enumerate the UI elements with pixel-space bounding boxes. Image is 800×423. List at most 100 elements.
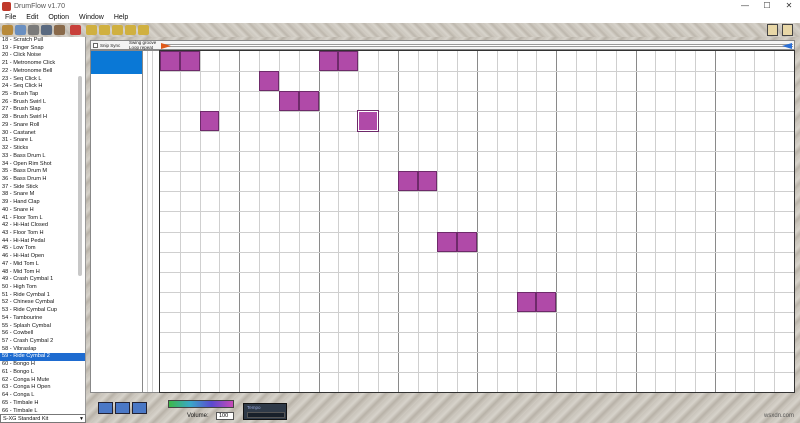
instrument-item[interactable]: 20 - Click Noise [0,52,85,60]
instrument-item[interactable]: 32 - Sticks [0,145,85,153]
loop-end-marker[interactable] [782,43,792,49]
instrument-item[interactable]: 39 - Hand Clap [0,199,85,207]
instrument-list-scrollbar[interactable] [78,76,82,276]
menu-edit[interactable]: Edit [21,14,43,21]
note-cell[interactable] [516,291,537,312]
instrument-item[interactable]: 41 - Floor Tom L [0,215,85,223]
wand-icon[interactable] [86,25,97,35]
instrument-item[interactable]: 21 - Metronome Click [0,60,85,68]
menu-help[interactable]: Help [109,14,133,21]
wand-icon[interactable] [125,25,136,35]
instrument-item[interactable]: 58 - Vibraslap [0,346,85,354]
play-button[interactable] [115,402,130,414]
note-cell[interactable] [160,51,180,72]
note-cell[interactable] [437,231,458,252]
tool-icon[interactable] [782,24,793,36]
note-cell[interactable] [417,171,438,192]
print-icon[interactable] [54,25,65,35]
new-icon[interactable] [2,25,13,35]
instrument-item[interactable]: 62 - Conga H Mute [0,377,85,385]
snip-sync-checkbox[interactable] [93,43,98,48]
wand-icon[interactable] [138,25,149,35]
instrument-item[interactable]: 51 - Ride Cymbal 1 [0,292,85,300]
close-button[interactable]: ✕ [778,0,800,12]
wand-icon[interactable] [112,25,123,35]
volume-input[interactable]: 100 [216,412,234,420]
instrument-item[interactable]: 56 - Cowbell [0,330,85,338]
loop-range-bar[interactable] [161,44,793,47]
export-icon[interactable] [41,25,52,35]
stop-button[interactable] [132,402,147,414]
note-cell[interactable] [278,91,299,112]
note-cell[interactable] [536,291,557,312]
open-icon[interactable] [15,25,26,35]
note-cell[interactable] [199,111,220,132]
instrument-item[interactable]: 59 - Ride Cymbal 2 [0,353,85,362]
play-icon[interactable] [70,25,81,35]
instrument-item[interactable]: 43 - Floor Tom H [0,230,85,238]
note-cell[interactable] [318,51,339,72]
instrument-item[interactable]: 22 - Metronome Bell [0,68,85,76]
instrument-item[interactable]: 27 - Brush Slap [0,106,85,114]
note-cell[interactable] [179,51,200,72]
instrument-item[interactable]: 26 - Brush Swirl L [0,99,85,107]
instrument-item[interactable]: 48 - Mid Tom H [0,269,85,277]
pattern-list[interactable] [90,50,143,393]
instrument-item[interactable]: 28 - Brush Swirl H [0,114,85,122]
note-cell[interactable] [338,51,359,72]
instrument-item[interactable]: 63 - Conga H Open [0,384,85,392]
instrument-item[interactable]: 49 - Crash Cymbal 1 [0,276,85,284]
step-grid[interactable] [159,50,795,393]
note-cell[interactable] [457,231,477,252]
instrument-item[interactable]: 45 - Low Tom [0,245,85,253]
loop-start-marker[interactable] [161,43,171,49]
instrument-item[interactable]: 34 - Open Rim Shot [0,161,85,169]
instrument-item[interactable]: 52 - Chinese Cymbal [0,299,85,307]
maximize-button[interactable]: ☐ [756,0,778,12]
instrument-item[interactable]: 35 - Bass Drum M [0,168,85,176]
instrument-item[interactable]: 54 - Tambourine [0,315,85,323]
instrument-item[interactable]: 24 - Seq Click H [0,83,85,91]
instrument-item[interactable]: 38 - Snare M [0,191,85,199]
instrument-item[interactable]: 65 - Timbale H [0,400,85,408]
instrument-item[interactable]: 50 - High Tom [0,284,85,292]
instrument-item[interactable]: 30 - Castanet [0,130,85,138]
instrument-item[interactable]: 47 - Mid Tom L [0,261,85,269]
instrument-item[interactable]: 37 - Side Stick [0,184,85,192]
note-cell[interactable] [298,91,319,112]
grid-column-line [595,51,597,392]
instrument-item[interactable]: 61 - Bongo L [0,369,85,377]
instrument-item[interactable]: 55 - Splash Cymbal [0,323,85,331]
instrument-item[interactable]: 53 - Ride Cymbal Cup [0,307,85,315]
instrument-item[interactable]: 19 - Finger Snap [0,45,85,53]
instrument-item[interactable]: 36 - Bass Drum H [0,176,85,184]
instrument-item[interactable]: 18 - Scratch Pull [0,37,85,45]
instrument-item[interactable]: 60 - Bongo H [0,361,85,369]
rewind-button[interactable] [98,402,113,414]
save-icon[interactable] [28,25,39,35]
wand-icon[interactable] [99,25,110,35]
instrument-item[interactable]: 31 - Snare L [0,137,85,145]
instrument-item[interactable]: 23 - Seq Click L [0,76,85,84]
tempo-display[interactable]: Tempo [243,403,287,420]
instrument-item[interactable]: 29 - Snare Roll [0,122,85,130]
note-cell[interactable] [259,71,279,92]
instrument-item[interactable]: 44 - Hi-Hat Pedal [0,238,85,246]
instrument-item[interactable]: 33 - Bass Drum L [0,153,85,161]
menu-file[interactable]: File [0,14,21,21]
selected-pattern[interactable] [91,51,142,74]
instrument-item[interactable]: 64 - Conga L [0,392,85,400]
menu-option[interactable]: Option [43,14,74,21]
note-cell[interactable] [397,171,418,192]
instrument-item[interactable]: 40 - Snare H [0,207,85,215]
instrument-item[interactable]: 42 - Hi-Hat Closed [0,222,85,230]
menu-window[interactable]: Window [74,14,109,21]
instrument-item[interactable]: 46 - Hi-Hat Open [0,253,85,261]
instrument-list[interactable]: 18 - Scratch Pull 19 - Finger Snap 20 - Cl… [0,37,86,414]
kit-select[interactable]: S-XG Standard Kit ▼ [0,414,86,423]
instrument-item[interactable]: 57 - Crash Cymbal 2 [0,338,85,346]
note-cell[interactable] [357,110,379,133]
minimize-button[interactable]: — [734,0,756,12]
tool-icon[interactable] [767,24,778,36]
instrument-item[interactable]: 25 - Brush Tap [0,91,85,99]
